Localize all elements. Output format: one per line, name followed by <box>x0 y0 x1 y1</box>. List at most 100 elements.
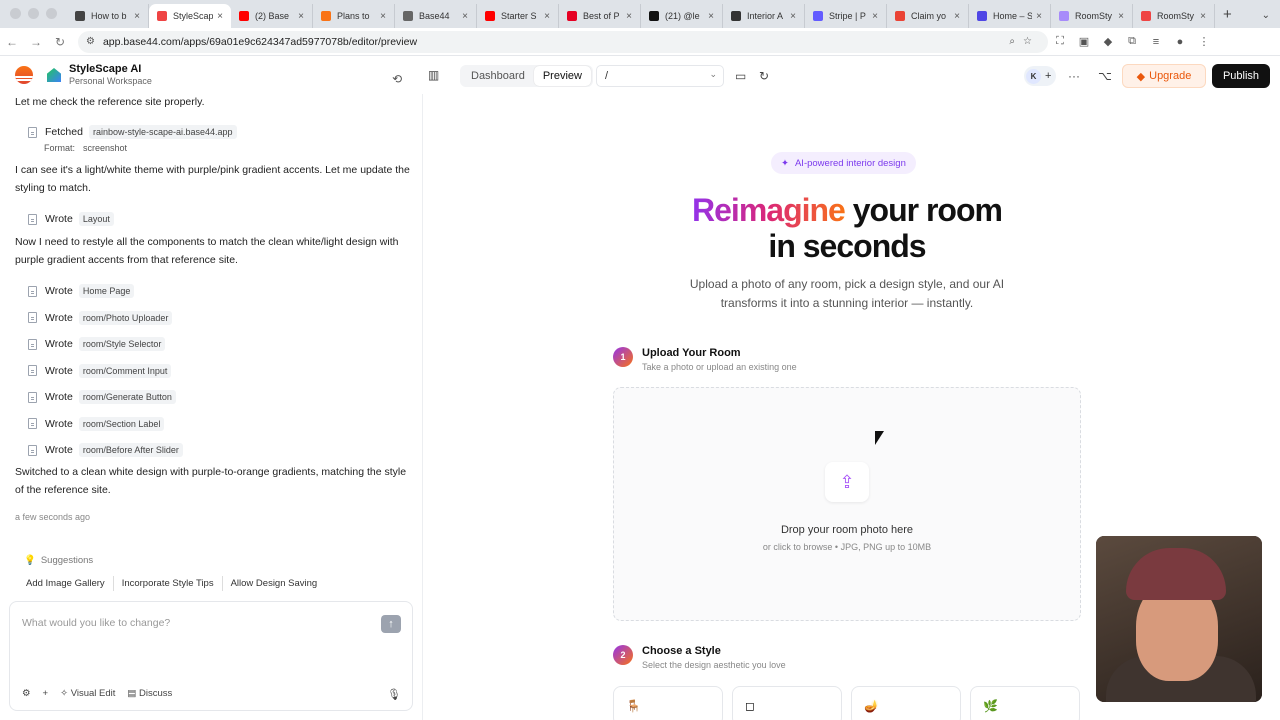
photo-dropzone[interactable]: ⇪ Drop your room photo here or click to … <box>613 387 1081 621</box>
browser-tab[interactable]: RoomSty × <box>1133 4 1215 28</box>
browser-tab[interactable]: Interior A × <box>723 4 805 28</box>
fetched-action[interactable]: Fetched rainbow-style-scape-ai.base44.ap… <box>28 125 237 139</box>
close-tab-icon[interactable]: × <box>954 11 960 22</box>
wrote-label: Wrote <box>45 213 73 225</box>
profile-avatar[interactable]: ● <box>1168 36 1192 48</box>
close-tab-icon[interactable]: × <box>217 11 223 22</box>
browser-tab[interactable]: (21) @le × <box>641 4 723 28</box>
suggestion-chip[interactable]: Incorporate Style Tips <box>114 576 223 591</box>
upload-icon: ⇪ <box>825 462 869 502</box>
browser-tab[interactable]: How to b × <box>67 4 149 28</box>
wrote-action[interactable]: Wrote Home Page <box>28 284 135 298</box>
collaborators[interactable]: K + <box>1024 66 1056 86</box>
close-tab-icon[interactable]: × <box>1200 11 1206 22</box>
browser-tab[interactable]: StyleScap × <box>149 4 231 28</box>
app-name: StyleScape AI <box>69 63 142 75</box>
history-icon[interactable]: ⟲ <box>392 72 402 86</box>
browser-tab[interactable]: Stripe | P × <box>805 4 887 28</box>
workspace-logo <box>47 68 61 82</box>
close-tab-icon[interactable]: × <box>790 11 796 22</box>
close-tab-icon[interactable]: × <box>544 11 550 22</box>
close-tab-icon[interactable]: × <box>462 11 468 22</box>
close-tab-icon[interactable]: × <box>134 11 140 22</box>
workspace-switcher[interactable]: StyleScape AI Personal Workspace <box>69 63 152 87</box>
wrote-label: Wrote <box>45 417 73 430</box>
publish-button[interactable]: Publish <box>1212 64 1270 88</box>
screenshot-icon[interactable]: ⛶ <box>1048 35 1072 48</box>
browser-tab[interactable]: (2) Base × <box>231 4 313 28</box>
wrote-action[interactable]: Wrote room/Section Label <box>28 416 165 431</box>
wrote-action[interactable]: Wrote room/Comment Input <box>28 363 172 378</box>
close-tab-icon[interactable]: × <box>1118 11 1124 22</box>
browser-tab[interactable]: Claim yo × <box>887 4 969 28</box>
refresh-preview-icon[interactable]: ↻ <box>759 69 769 83</box>
tab-list-icon[interactable]: ≡ <box>1144 36 1168 48</box>
zoom-icon[interactable]: ⌕ <box>1009 36 1015 47</box>
wrote-action[interactable]: Wrote room/Style Selector <box>28 337 166 351</box>
wrote-label: Wrote <box>45 391 73 403</box>
invite-plus-icon[interactable]: + <box>1045 70 1051 82</box>
url-field[interactable]: ⚙ app.base44.com/apps/69a01e9c624347ad59… <box>78 30 1048 53</box>
browser-tab[interactable]: RoomSty × <box>1051 4 1133 28</box>
file-icon <box>28 312 37 323</box>
file-tag: room/Generate Button <box>78 390 176 404</box>
route-select[interactable]: / ⌄ <box>596 65 724 87</box>
back-icon[interactable]: ← <box>0 35 24 49</box>
chat-composer[interactable]: What would you like to change? ↑ ⚙ + ✧ V… <box>9 601 413 711</box>
browser-tab[interactable]: Starter S × <box>477 4 559 28</box>
browser-tab[interactable]: Base44 × <box>395 4 477 28</box>
style-card[interactable]: 🪑 <box>613 686 723 720</box>
close-tab-icon[interactable]: × <box>626 11 632 22</box>
extension-icon[interactable]: ◆ <box>1096 35 1120 48</box>
file-tag: Home Page <box>78 284 135 298</box>
file-icon <box>28 391 37 403</box>
close-tab-icon[interactable]: × <box>380 11 386 22</box>
wrote-action[interactable]: Wrote room/Photo Uploader <box>28 310 173 325</box>
tab-favicon <box>403 11 413 21</box>
file-icon <box>28 365 37 376</box>
chat-input[interactable]: What would you like to change? <box>22 617 170 629</box>
suggestion-chip[interactable]: Add Image Gallery <box>18 576 114 591</box>
add-attachment-icon[interactable]: + <box>43 688 49 699</box>
wrote-action[interactable]: Wrote room/Generate Button <box>28 390 176 404</box>
wrote-action[interactable]: Wrote Layout <box>28 212 114 226</box>
extensions-puzzle-icon[interactable]: ⧉ <box>1120 35 1144 48</box>
bookmark-star-icon[interactable]: ☆ <box>1023 36 1032 47</box>
translate-icon[interactable]: ▣ <box>1072 35 1096 48</box>
style-card[interactable]: ◻ <box>732 686 842 720</box>
forward-icon[interactable]: → <box>24 35 48 49</box>
close-tab-icon[interactable]: × <box>708 11 714 22</box>
tab-title: (21) @le <box>665 11 700 21</box>
wrote-action[interactable]: Wrote room/Before After Slider <box>28 443 183 457</box>
reload-icon[interactable]: ↻ <box>48 35 72 49</box>
upgrade-button[interactable]: ◆ Upgrade <box>1122 64 1206 88</box>
suggestion-chip[interactable]: Allow Design Saving <box>223 576 326 591</box>
site-info-icon[interactable]: ⚙ <box>86 36 95 47</box>
browser-tab[interactable]: Best of P × <box>559 4 641 28</box>
github-icon[interactable]: ⌥ <box>1098 69 1112 83</box>
tab-preview[interactable]: Preview <box>533 66 591 86</box>
close-tab-icon[interactable]: × <box>298 11 304 22</box>
close-tab-icon[interactable]: × <box>1036 11 1042 22</box>
browser-menu-icon[interactable]: ⋮ <box>1192 35 1216 48</box>
new-tab-button[interactable]: + <box>1215 6 1240 28</box>
send-button[interactable]: ↑ <box>381 615 401 633</box>
close-tab-icon[interactable]: × <box>872 11 878 22</box>
file-icon <box>28 213 37 225</box>
browser-tab[interactable]: Plans to × <box>313 4 395 28</box>
settings-gear-icon[interactable]: ⚙ <box>22 688 31 699</box>
tab-dashboard[interactable]: Dashboard <box>462 66 534 86</box>
tab-search-icon[interactable]: ⌄ <box>1262 10 1280 28</box>
toggle-sidebar-icon[interactable]: ▥ <box>428 68 439 82</box>
microphone-icon[interactable]: 🎙 <box>387 688 401 701</box>
browser-tab[interactable]: Home – S × <box>969 4 1051 28</box>
discuss-button[interactable]: ▤ Discuss <box>127 688 172 699</box>
window-controls[interactable] <box>0 8 67 28</box>
more-options-icon[interactable]: ··· <box>1068 69 1080 83</box>
device-preview-icon[interactable]: ▭ <box>735 69 746 83</box>
file-tag: room/Photo Uploader <box>78 310 173 325</box>
base44-logo[interactable] <box>15 66 33 84</box>
style-card[interactable]: 🌿 <box>970 686 1080 720</box>
visual-edit-button[interactable]: ✧ Visual Edit <box>60 688 115 699</box>
style-card[interactable]: 🪔 <box>851 686 961 720</box>
